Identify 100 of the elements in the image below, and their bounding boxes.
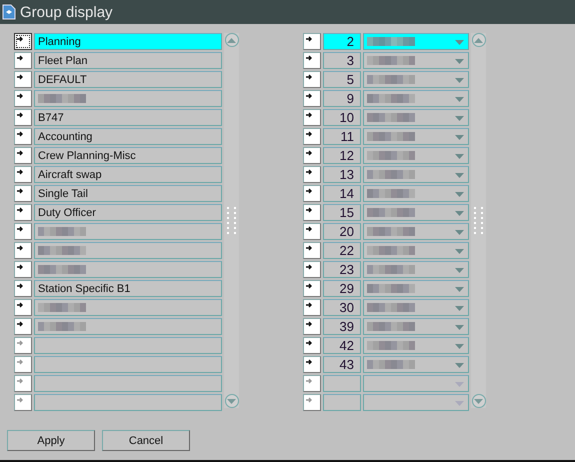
row-marker-button[interactable] [303, 280, 321, 297]
dropdown-field[interactable] [363, 318, 469, 335]
row-marker-button[interactable] [14, 280, 32, 297]
row-marker-button[interactable] [14, 166, 32, 183]
dropdown-field[interactable] [363, 52, 469, 69]
row-marker-button[interactable] [14, 128, 32, 145]
group-name-field[interactable]: B747 [34, 109, 222, 126]
number-field[interactable]: 3 [323, 52, 361, 69]
group-name-field[interactable]: Crew Planning-Misc [34, 147, 222, 164]
row-marker-button[interactable] [14, 375, 32, 392]
group-name-field[interactable]: Fleet Plan [34, 52, 222, 69]
dropdown-field[interactable] [363, 356, 469, 373]
dropdown-field[interactable] [363, 223, 469, 240]
row-marker-button[interactable] [303, 394, 321, 411]
row-marker-button[interactable] [14, 185, 32, 202]
row-marker-button[interactable] [14, 147, 32, 164]
row-marker-button[interactable] [303, 375, 321, 392]
row-marker-button[interactable] [303, 242, 321, 259]
dropdown-field[interactable] [363, 185, 469, 202]
row-marker-button[interactable] [303, 299, 321, 316]
row-marker-button[interactable] [303, 147, 321, 164]
row-marker-button[interactable] [303, 52, 321, 69]
row-marker-button[interactable] [303, 128, 321, 145]
dropdown-field[interactable] [363, 33, 469, 50]
row-marker-button[interactable] [303, 33, 321, 50]
group-name-field[interactable] [34, 337, 222, 354]
row-marker-button[interactable] [303, 166, 321, 183]
dropdown-field[interactable] [363, 337, 469, 354]
dropdown-field[interactable] [363, 109, 469, 126]
group-name-field[interactable] [34, 261, 222, 278]
dropdown-field[interactable] [363, 166, 469, 183]
number-field[interactable]: 23 [323, 261, 361, 278]
number-field[interactable]: 30 [323, 299, 361, 316]
row-marker-button[interactable] [303, 185, 321, 202]
dropdown-field[interactable] [363, 242, 469, 259]
apply-button[interactable]: Apply [7, 430, 95, 451]
number-field[interactable]: 9 [323, 90, 361, 107]
row-marker-button[interactable] [14, 394, 32, 411]
dropdown-field[interactable] [363, 261, 469, 278]
group-name-field[interactable] [34, 318, 222, 335]
row-marker-button[interactable] [303, 204, 321, 221]
group-name-field[interactable] [34, 375, 222, 392]
group-name-field[interactable] [34, 356, 222, 373]
number-field[interactable]: 20 [323, 223, 361, 240]
dropdown-field[interactable] [363, 394, 469, 411]
row-marker-button[interactable] [14, 356, 32, 373]
row-marker-button[interactable] [14, 242, 32, 259]
number-field[interactable]: 42 [323, 337, 361, 354]
dropdown-field[interactable] [363, 71, 469, 88]
dropdown-field[interactable] [363, 90, 469, 107]
dropdown-field[interactable] [363, 147, 469, 164]
number-field[interactable]: 39 [323, 318, 361, 335]
row-marker-button[interactable] [14, 52, 32, 69]
row-marker-button[interactable] [14, 204, 32, 221]
number-field[interactable]: 10 [323, 109, 361, 126]
group-name-field[interactable]: Accounting [34, 128, 222, 145]
row-marker-button[interactable] [14, 90, 32, 107]
cancel-button[interactable]: Cancel [102, 430, 190, 451]
row-marker-button[interactable] [14, 337, 32, 354]
row-marker-button[interactable] [14, 33, 32, 50]
row-marker-button[interactable] [303, 261, 321, 278]
number-field[interactable]: 5 [323, 71, 361, 88]
dropdown-field[interactable] [363, 128, 469, 145]
number-field[interactable]: 14 [323, 185, 361, 202]
number-field[interactable]: 22 [323, 242, 361, 259]
dropdown-field[interactable] [363, 375, 469, 392]
row-marker-button[interactable] [14, 299, 32, 316]
group-name-field[interactable]: Aircraft swap [34, 166, 222, 183]
row-marker-button[interactable] [303, 71, 321, 88]
group-name-field[interactable] [34, 299, 222, 316]
group-name-field[interactable]: Single Tail [34, 185, 222, 202]
number-field[interactable]: 43 [323, 356, 361, 373]
number-field[interactable] [323, 375, 361, 392]
row-marker-button[interactable] [303, 318, 321, 335]
row-marker-button[interactable] [303, 337, 321, 354]
group-name-field[interactable]: Duty Officer [34, 204, 222, 221]
group-name-field[interactable] [34, 394, 222, 411]
group-name-field[interactable]: Station Specific B1 [34, 280, 222, 297]
row-marker-button[interactable] [303, 109, 321, 126]
dropdown-field[interactable] [363, 204, 469, 221]
row-marker-button[interactable] [14, 71, 32, 88]
group-name-field[interactable] [34, 242, 222, 259]
number-field[interactable] [323, 394, 361, 411]
group-name-field[interactable] [34, 90, 222, 107]
row-marker-button[interactable] [14, 261, 32, 278]
group-name-field[interactable]: Planning [34, 33, 222, 50]
number-field[interactable]: 15 [323, 204, 361, 221]
dropdown-field[interactable] [363, 299, 469, 316]
row-marker-button[interactable] [14, 318, 32, 335]
number-field[interactable]: 12 [323, 147, 361, 164]
number-field[interactable]: 2 [323, 33, 361, 50]
number-field[interactable]: 13 [323, 166, 361, 183]
row-marker-button[interactable] [14, 109, 32, 126]
number-field[interactable]: 11 [323, 128, 361, 145]
group-name-field[interactable]: DEFAULT [34, 71, 222, 88]
row-marker-button[interactable] [303, 356, 321, 373]
row-marker-button[interactable] [303, 223, 321, 240]
dropdown-field[interactable] [363, 280, 469, 297]
row-marker-button[interactable] [14, 223, 32, 240]
group-name-field[interactable] [34, 223, 222, 240]
